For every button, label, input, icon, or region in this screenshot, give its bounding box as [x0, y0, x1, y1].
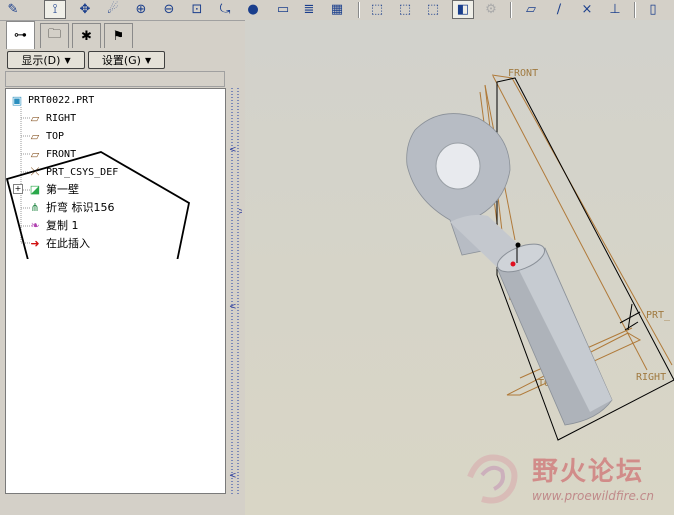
tree-item-label: PRT_CSYS_DEF	[46, 166, 119, 178]
csys-display-icon[interactable]: ⊥	[604, 0, 626, 19]
watermark-title: 野火论坛	[532, 457, 645, 487]
more-toolbar-icon[interactable]: ▯	[642, 0, 664, 19]
forum-watermark: 野火论坛 www.proewildfire.cn	[462, 447, 674, 515]
svg-text:<: <	[229, 471, 237, 481]
sheetmetal-wall-icon: ◪	[29, 182, 41, 196]
shading-icon[interactable]: ◧	[452, 0, 474, 19]
view-manager-icon[interactable]: ▦	[326, 0, 348, 19]
chevron-down-icon: ▼	[64, 55, 71, 65]
wildfire-logo-icon	[467, 454, 518, 504]
layers-icon[interactable]: ≣	[298, 0, 320, 19]
tree-item-label: 折弯 标识156	[46, 201, 115, 214]
toolbar-separator	[510, 2, 512, 18]
csys-icon	[619, 303, 641, 331]
display-menu-button[interactable]: 显示(D) ▼	[7, 51, 85, 69]
favorites-tab-icon[interactable]: ✱	[72, 23, 101, 48]
tree-item-csys[interactable]: ⤫ PRT_CSYS_DEF	[28, 164, 119, 180]
tree-root-label: PRT0022.PRT	[28, 94, 95, 106]
connections-tab-icon[interactable]: ⚑	[104, 23, 133, 48]
graphics-window[interactable]: FRONT TOP RIGHT PRT_	[245, 20, 674, 515]
datum-plane-icon: ▱	[30, 147, 40, 161]
orient-icon[interactable]: ⤿	[214, 0, 236, 19]
wireframe-icon[interactable]: ⬚	[366, 0, 388, 19]
point-display-icon[interactable]: ×	[576, 0, 598, 19]
watermark-url: www.proewildfire.cn	[532, 489, 654, 503]
refit-icon[interactable]: ⊡	[186, 0, 208, 19]
saved-views-icon[interactable]: ▭	[272, 0, 294, 19]
tree-item-first-wall[interactable]: ◪ 第一壁	[28, 181, 79, 197]
model-tree: ▣ PRT0022.PRT ▱ RIGHT ▱ TOP ▱ FRONT ⤫ PR…	[5, 88, 226, 494]
disabled-display-icon: ⚙	[485, 2, 497, 17]
model-viewport: FRONT TOP RIGHT PRT_	[406, 68, 674, 441]
svg-text:>: >	[238, 207, 242, 217]
insert-here-arrow-icon: ➜	[30, 236, 40, 250]
datum-plane-icon: ▱	[30, 129, 40, 143]
folder-browser-tab-icon[interactable]: 🗀	[40, 23, 69, 48]
tree-item-insert-here[interactable]: ➜ 在此插入	[28, 235, 90, 251]
datum-label-right: RIGHT	[636, 372, 666, 383]
tree-item-label: TOP	[46, 130, 65, 142]
appearance-icon[interactable]: ●	[242, 0, 264, 19]
toolbar-separator	[634, 2, 636, 18]
display-menu-label: 显示(D)	[21, 54, 61, 67]
zoom-in-icon[interactable]: ⊕	[130, 0, 152, 19]
zoom-out-icon[interactable]: ⊖	[158, 0, 180, 19]
pan-icon[interactable]: ☄	[102, 0, 124, 19]
tree-item-label: 复制 1	[46, 219, 79, 232]
part-icon: ▣	[11, 93, 23, 107]
toolbar-separator	[358, 2, 360, 18]
navigator-tabs: ⊶ 🗀 ✱ ⚑	[0, 20, 240, 49]
panel-splitter[interactable]: < > < <	[228, 88, 246, 496]
model-tree-tab-icon[interactable]: ⊶	[6, 21, 35, 49]
no-hidden-icon[interactable]: ⬚	[422, 0, 444, 19]
tree-item-bend[interactable]: ⋔ 折弯 标识156	[28, 199, 115, 215]
datum-point-icon[interactable]: ⟟	[44, 0, 66, 19]
spin-icon[interactable]: ✥	[74, 0, 96, 19]
tree-item-copy[interactable]: ❧ 复制 1	[28, 217, 79, 233]
chevron-down-icon: ▼	[144, 55, 152, 65]
tree-item-label: 第一壁	[46, 183, 79, 196]
bend-icon: ⋔	[30, 200, 40, 214]
tree-root[interactable]: ▣ PRT0022.PRT	[10, 92, 94, 108]
tree-column-header	[5, 71, 225, 87]
tree-item-label: FRONT	[46, 148, 77, 160]
svg-text:<: <	[229, 145, 237, 155]
tree-item-label: RIGHT	[46, 112, 77, 124]
datum-plane-icon: ▱	[30, 111, 40, 125]
datum-planes-icon[interactable]: ▱	[520, 0, 542, 19]
copy-icon: ❧	[30, 218, 40, 232]
settings-menu-label: 设置(G)	[101, 54, 141, 67]
hidden-line-icon[interactable]: ⬚	[394, 0, 416, 19]
main-toolbar: ✎ ⟟ ✥ ☄ ⊕ ⊖ ⊡ ⤿ ● ▭ ≣ ▦ ⬚ ⬚ ⬚ ◧ ⚙ ▱ ∕ × …	[0, 0, 674, 21]
datum-label-front: FRONT	[508, 68, 538, 79]
sketch-icon[interactable]: ✎	[2, 0, 24, 19]
csys-icon: ⤫	[30, 165, 40, 178]
svg-text:<: <	[229, 302, 237, 312]
tree-item-front[interactable]: ▱ FRONT	[28, 146, 76, 162]
datum-axes-icon[interactable]: ∕	[548, 0, 570, 19]
tree-item-right[interactable]: ▱ RIGHT	[28, 110, 76, 126]
expand-toggle-icon[interactable]: +	[13, 184, 23, 194]
ring-terminal-part	[406, 113, 613, 426]
tree-item-label: 在此插入	[46, 237, 90, 250]
tree-item-top[interactable]: ▱ TOP	[28, 128, 64, 144]
settings-menu-button[interactable]: 设置(G) ▼	[88, 51, 165, 69]
datum-label-prt: PRT_	[646, 310, 671, 321]
